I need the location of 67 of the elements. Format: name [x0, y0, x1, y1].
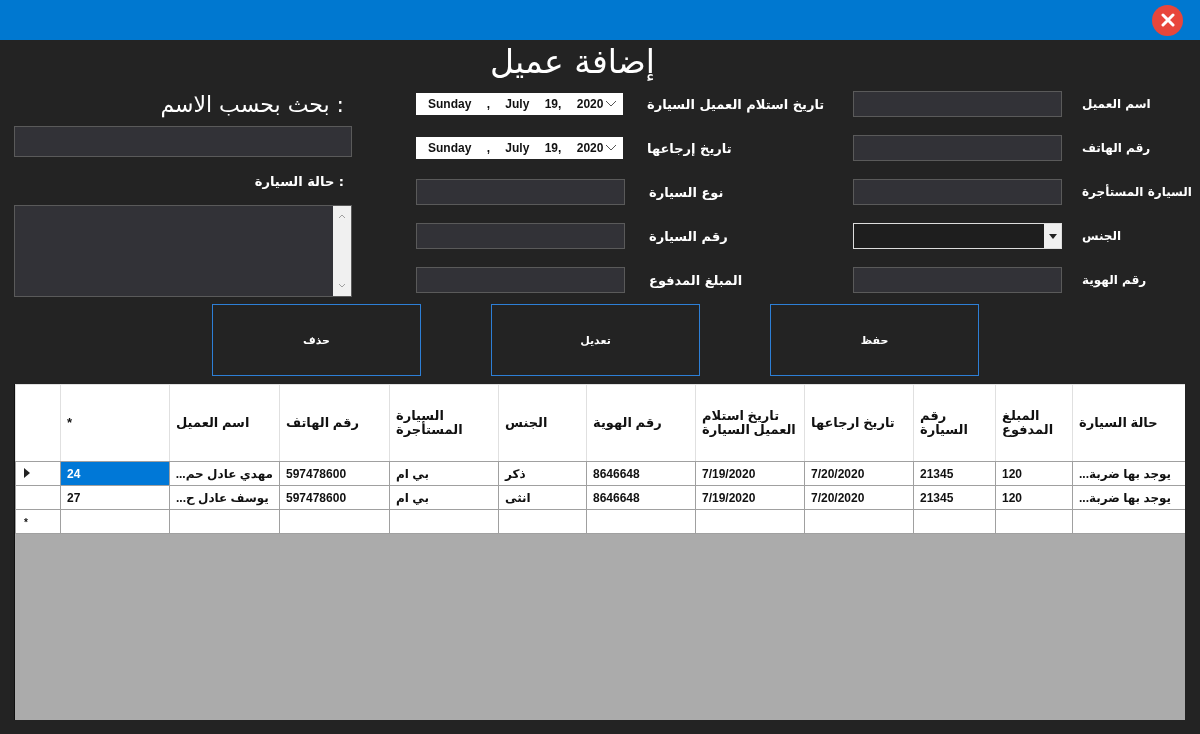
close-icon [1160, 13, 1175, 27]
column-header[interactable]: الجنس [505, 415, 580, 431]
search-title: بحث بحسب الاسم : [160, 91, 344, 117]
field-label: رقم السيارة [649, 228, 728, 244]
field-label: السيارة المستأجرة [1082, 185, 1192, 199]
column-header[interactable]: * [67, 415, 163, 431]
table-cell[interactable]: 21345 [913, 461, 996, 486]
column-header[interactable]: اسم العميل [176, 415, 273, 431]
table-cell[interactable]: 24 [60, 461, 170, 486]
table-cell[interactable]: 7/19/2020 [695, 461, 805, 486]
table-cell[interactable]: 120 [995, 485, 1073, 510]
car-status-label: حالة السيارة : [254, 173, 344, 189]
table-cell[interactable]: 21345 [913, 485, 996, 510]
dropdown-field[interactable] [853, 223, 1062, 249]
table-cell[interactable]: 597478600 [279, 485, 390, 510]
table-cell[interactable]: 8646648 [586, 485, 696, 510]
field-label: نوع السيارة [649, 184, 724, 200]
column-header[interactable]: تاريخ ارجاعها [811, 415, 907, 431]
new-row-marker: * [24, 516, 28, 528]
input-field[interactable] [853, 135, 1062, 161]
input-field[interactable] [853, 179, 1062, 205]
table-cell[interactable]: انثى [498, 485, 587, 510]
input-field[interactable] [853, 267, 1062, 293]
table-cell[interactable]: يوجد بها ضربة... [1072, 485, 1185, 510]
table-cell[interactable]: 597478600 [279, 461, 390, 486]
car-status-field[interactable] [14, 205, 352, 297]
table-cell[interactable]: 120 [995, 461, 1073, 486]
caret-icon [1048, 233, 1057, 239]
chevron-down-icon [605, 144, 617, 152]
action-button[interactable]: تعديل [491, 304, 700, 376]
table-cell[interactable]: 7/19/2020 [695, 485, 805, 510]
close-button[interactable] [1152, 4, 1183, 36]
date-value: Sunday , July 19, 2020 [428, 141, 604, 155]
input-field[interactable] [416, 179, 625, 205]
table-cell[interactable]: ذكر [498, 461, 587, 486]
search-field[interactable] [14, 126, 352, 157]
input-field[interactable] [853, 91, 1062, 117]
field-label: تاريخ إرجاعها [647, 140, 732, 156]
input-field[interactable] [416, 223, 625, 249]
scroll-down-icon[interactable] [337, 282, 347, 290]
table-cell[interactable]: 27 [60, 485, 170, 510]
table-cell[interactable]: 7/20/2020 [804, 485, 914, 510]
scrollbar[interactable] [333, 206, 351, 296]
scroll-up-icon[interactable] [337, 212, 347, 220]
column-header[interactable]: حالة السيارة [1079, 415, 1179, 431]
input-field[interactable] [416, 267, 625, 293]
field-label: المبلغ المدفوع [649, 272, 743, 288]
field-label: رقم الهوية [1082, 273, 1147, 287]
form-title: إضافة عميل [490, 41, 655, 81]
date-picker[interactable]: Sunday , July 19, 2020 [416, 137, 623, 159]
table-cell[interactable]: 7/20/2020 [804, 461, 914, 486]
table-cell[interactable]: بي ام [389, 461, 499, 486]
field-label: تاريخ استلام العميل السيارة [647, 96, 825, 112]
column-header[interactable]: رقم الهوية [593, 415, 689, 431]
field-label: رقم الهاتف [1082, 141, 1151, 155]
column-header[interactable]: رقم الهاتف [286, 415, 383, 431]
action-button[interactable]: حذف [212, 304, 421, 376]
date-value: Sunday , July 19, 2020 [428, 97, 604, 111]
field-label: الجنس [1082, 229, 1122, 243]
date-picker[interactable]: Sunday , July 19, 2020 [416, 93, 623, 115]
chevron-down-icon [605, 100, 617, 108]
table-cell[interactable]: 8646648 [586, 461, 696, 486]
table-cell[interactable]: يوسف عادل ح... [169, 485, 280, 510]
table-cell[interactable]: يوجد بها ضربة... [1072, 461, 1185, 486]
field-label: اسم العميل [1082, 97, 1151, 111]
action-button[interactable]: حفظ [770, 304, 979, 376]
table-cell[interactable]: بي ام [389, 485, 499, 510]
